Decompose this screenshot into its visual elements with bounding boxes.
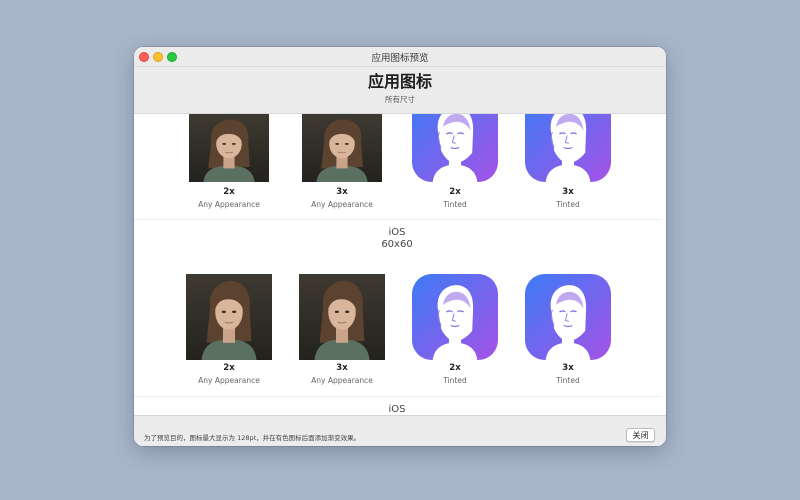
icon-appearance-label: Any Appearance — [311, 376, 373, 385]
window-title: 应用图标预览 — [371, 53, 429, 64]
icon-cell: 3x Any Appearance — [292, 114, 392, 214]
tinted-face-icon — [525, 114, 611, 182]
portrait-photo-icon — [186, 274, 272, 364]
tinted-face-icon — [412, 114, 498, 182]
page-subtitle: 所有尺寸 — [385, 95, 415, 104]
icon-scale-label: 3x — [336, 187, 348, 197]
icon-appearance-label: Tinted — [556, 376, 580, 385]
section-label-line: iOS — [388, 404, 406, 415]
tinted-face-icon — [412, 274, 498, 364]
title-bar[interactable]: 应用图标预览 — [134, 47, 666, 67]
icon-appearance-label: Tinted — [556, 200, 580, 209]
icon-cell: 3x Tinted — [518, 272, 618, 385]
icon-preview-window: 应用图标预览 应用图标 所有尺寸 2x Any Appearance 3x Any … — [134, 47, 666, 446]
tinted-face-icon — [525, 274, 611, 364]
portrait-photo-icon — [299, 274, 385, 364]
icon-cell: 2x Tinted — [405, 272, 505, 385]
icon-scale-label: 3x — [562, 187, 574, 197]
icon-cell: 3x Tinted — [518, 114, 618, 214]
icon-list-scroll-area[interactable]: 2x Any Appearance 3x Any Appearance 2x Tint… — [134, 114, 666, 415]
icon-cell: 2x Tinted — [405, 114, 505, 214]
icon-scale-label: 2x — [449, 363, 461, 373]
section-label-line: 60x60 — [381, 239, 413, 250]
icon-cell: 2x Any Appearance — [179, 272, 279, 385]
portrait-photo-icon — [189, 114, 269, 186]
section-label: iOS — [134, 404, 660, 415]
section-divider — [134, 219, 660, 220]
footer: 为了预览目的，图标最大显示为 128pt，并在有色图标后面添加渐变效果。 关闭 — [134, 415, 666, 446]
icon-appearance-label: Tinted — [443, 376, 467, 385]
section-label-line: iOS — [388, 227, 406, 238]
portrait-photo-icon — [302, 114, 382, 186]
icon-appearance-label: Any Appearance — [198, 200, 260, 209]
icon-appearance-label: Any Appearance — [311, 200, 373, 209]
icon-cell: 3x Any Appearance — [292, 272, 392, 385]
scrollbar[interactable] — [660, 114, 666, 415]
close-button[interactable]: 关闭 — [626, 428, 655, 442]
header: 应用图标 所有尺寸 — [134, 67, 666, 114]
icon-appearance-label: Tinted — [443, 200, 467, 209]
page-title: 应用图标 — [367, 72, 432, 91]
icon-appearance-label: Any Appearance — [198, 376, 260, 385]
icon-scale-label: 2x — [223, 363, 235, 373]
section-label: iOS 60x60 — [134, 227, 660, 251]
icon-scale-label: 2x — [449, 187, 461, 197]
icon-cell: 2x Any Appearance — [179, 114, 279, 214]
icon-scale-label: 3x — [336, 363, 348, 373]
footer-note: 为了预览目的，图标最大显示为 128pt，并在有色图标后面添加渐变效果。 — [144, 434, 361, 442]
icon-scale-label: 2x — [223, 187, 235, 197]
icon-scale-label: 3x — [562, 363, 574, 373]
section-divider — [134, 396, 660, 397]
